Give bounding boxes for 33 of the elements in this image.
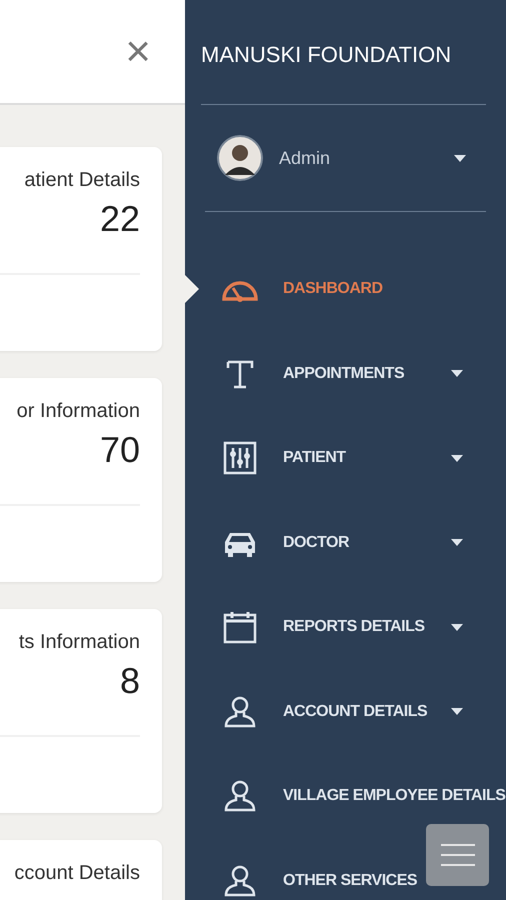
menu-item[interactable]: OTHER SERVICES <box>185 838 506 900</box>
card-title: atient Details <box>23 168 140 193</box>
menu-item[interactable]: VILLAGE EMPLOYEE DETAILS <box>185 754 506 838</box>
menu-item[interactable]: DASHBOARD <box>185 247 506 332</box>
caret-icon[interactable] <box>451 624 463 631</box>
card-title: ts Information <box>18 630 140 655</box>
user-name[interactable]: Admin <box>279 144 454 172</box>
card-value: 22 <box>98 197 140 241</box>
stat-card[interactable]: ccount Details <box>0 840 162 900</box>
stat-card[interactable]: atient Details 22 <box>0 147 162 351</box>
caret-icon[interactable] <box>454 154 466 162</box>
card-title: or Information <box>16 399 140 424</box>
avatar-icon[interactable] <box>217 135 263 181</box>
caret-icon[interactable] <box>451 539 463 546</box>
app-title: MANUSKI FOUNDATION <box>201 0 486 105</box>
menu-item[interactable]: PATIENT <box>185 416 506 500</box>
caret-icon[interactable] <box>451 370 463 378</box>
stat-card[interactable]: or Information 70 <box>0 378 162 582</box>
card-value: 8 <box>118 659 140 703</box>
sliders-icon <box>221 440 259 476</box>
menu-item[interactable]: ACCOUNT DETAILS <box>185 670 506 754</box>
calendar-icon <box>221 609 259 646</box>
stat-card[interactable]: ts Information 8 <box>0 609 162 813</box>
card-title: ccount Details <box>13 861 140 886</box>
card-value: 70 <box>98 428 140 472</box>
menu-item[interactable]: APPOINTMENTS <box>185 332 506 416</box>
caret-icon[interactable] <box>451 454 463 462</box>
menu-button[interactable] <box>426 824 489 886</box>
menu-item[interactable]: REPORTS DETAILS <box>185 585 506 670</box>
caret-icon[interactable] <box>451 708 463 716</box>
close-button[interactable]: × <box>121 30 155 74</box>
menu-item[interactable]: DOCTOR <box>185 500 506 585</box>
menu-icon <box>440 844 476 866</box>
